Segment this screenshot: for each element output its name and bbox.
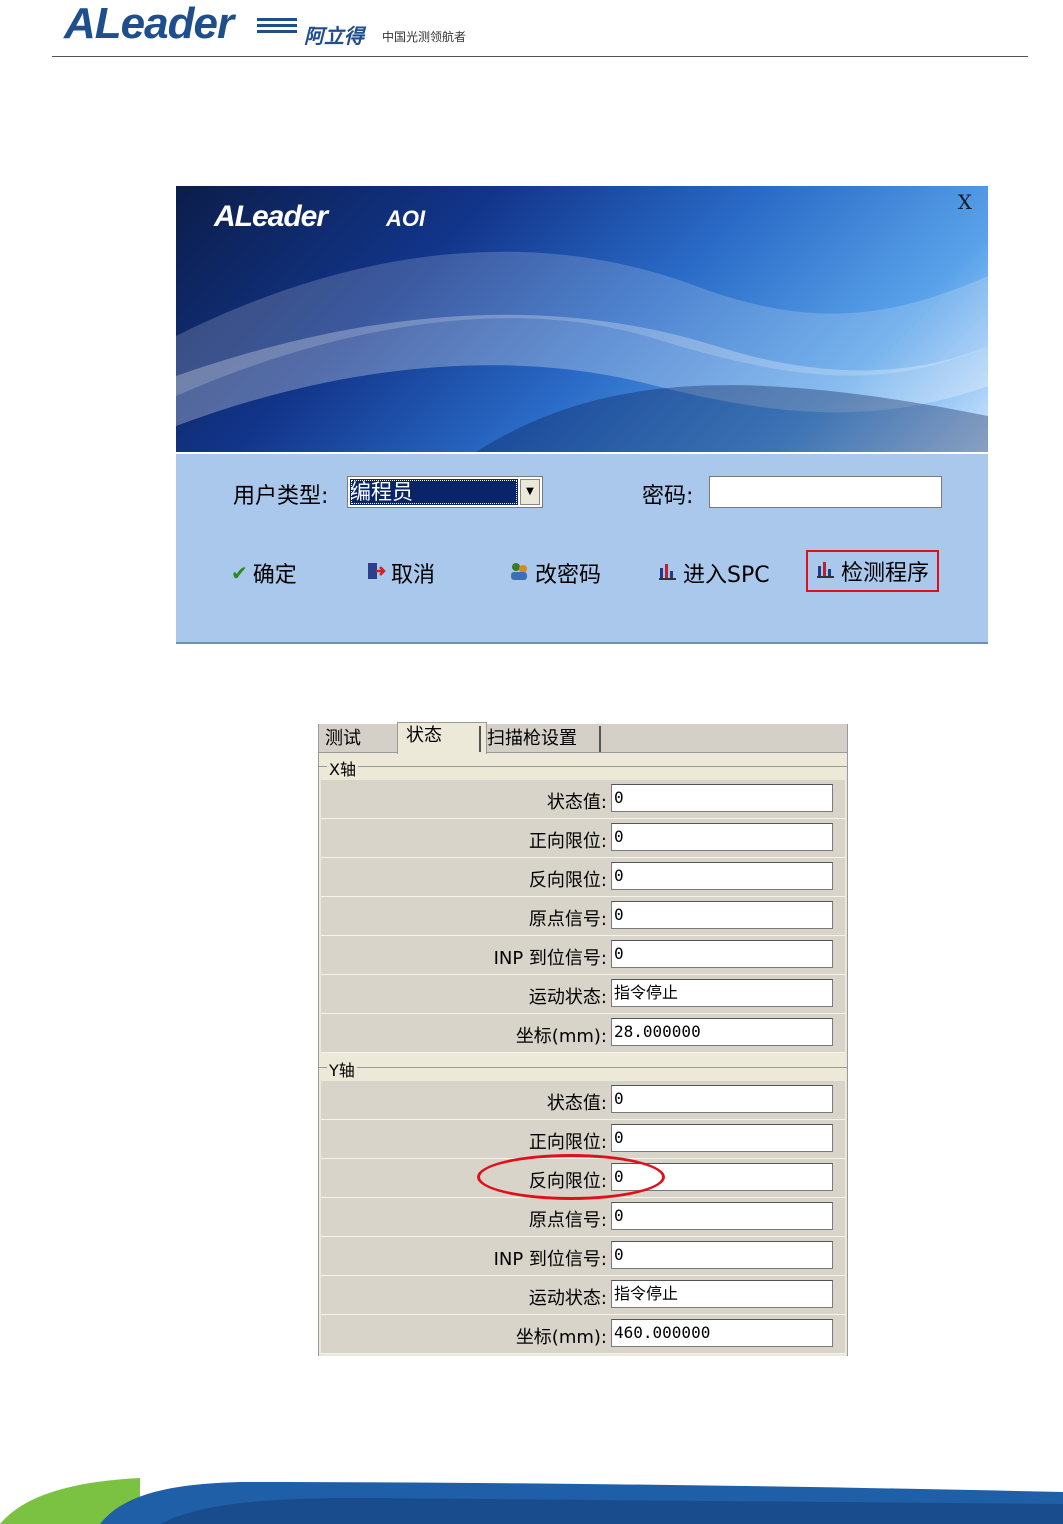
y-axis-group-border <box>319 1067 847 1068</box>
ok-button-label: 确定 <box>252 563 297 588</box>
x-status-value-row: 状态值: 0 <box>321 780 845 819</box>
row-label: 反向限位: <box>528 870 607 891</box>
logo-speed-bars <box>257 18 297 40</box>
document-header: ALeader 阿立得 中国光测领航者 <box>0 0 1063 60</box>
inspect-program-button-label: 检测程序 <box>841 561 930 586</box>
x-inp-signal-row: INP 到位信号: 0 <box>321 936 845 975</box>
banner-product-name: AOI <box>386 206 426 231</box>
dropdown-arrow-icon[interactable]: ▼ <box>520 479 540 505</box>
login-dialog: ALeader AOI X 用户类型: 编程员 ▼ 密码: ✔ 确定 取消 改密… <box>176 186 988 644</box>
enter-spc-button[interactable]: 进入SPC <box>658 554 770 592</box>
change-password-button-label: 改密码 <box>535 563 602 588</box>
company-logo: ALeader <box>64 0 234 48</box>
row-label: 反向限位: <box>528 1171 607 1192</box>
ok-button[interactable]: ✔ 确定 <box>231 554 297 592</box>
exit-door-icon <box>366 561 386 586</box>
bar-chart-icon <box>816 559 836 583</box>
x-negative-limit-field[interactable]: 0 <box>611 862 833 890</box>
x-origin-signal-field[interactable]: 0 <box>611 901 833 929</box>
banner-logo: ALeader <box>214 200 328 233</box>
y-status-value-field[interactable]: 0 <box>611 1085 833 1113</box>
y-coordinate-row: 坐标(mm): 460.000000 <box>321 1315 845 1354</box>
y-origin-signal-field[interactable]: 0 <box>611 1202 833 1230</box>
company-logo-cn: 阿立得 <box>304 24 364 48</box>
enter-spc-button-label: 进入SPC <box>683 563 770 588</box>
row-label: INP 到位信号: <box>493 948 607 969</box>
checkmark-icon: ✔ <box>231 561 248 585</box>
company-slogan: 中国光测领航者 <box>382 30 467 44</box>
row-label: 运动状态: <box>528 1288 607 1309</box>
password-label: 密码: <box>642 484 694 509</box>
y-inp-signal-field[interactable]: 0 <box>611 1241 833 1269</box>
y-negative-limit-row: 反向限位: 0 <box>321 1159 845 1198</box>
y-origin-signal-row: 原点信号: 0 <box>321 1198 845 1237</box>
row-label: 坐标(mm): <box>515 1327 607 1348</box>
row-label: 坐标(mm): <box>515 1026 607 1047</box>
x-coordinate-field[interactable]: 28.000000 <box>611 1018 833 1046</box>
y-inp-signal-row: INP 到位信号: 0 <box>321 1237 845 1276</box>
close-button[interactable]: X <box>958 190 972 214</box>
header-divider <box>52 56 1028 57</box>
change-password-button[interactable]: 改密码 <box>508 554 601 592</box>
user-type-label: 用户类型: <box>233 484 329 509</box>
y-positive-limit-field[interactable]: 0 <box>611 1124 833 1152</box>
users-key-icon <box>508 560 530 587</box>
inspect-program-button[interactable]: 检测程序 <box>806 550 940 592</box>
x-motion-state-row: 运动状态: 指令停止 <box>321 975 845 1014</box>
tab-status[interactable]: 状态 <box>397 722 487 754</box>
axis-status-panel: 测试 状态 扫描枪设置 X轴 状态值: 0 正向限位: 0 反向限位: 0 原点… <box>318 722 848 1356</box>
row-label: 运动状态: <box>528 987 607 1008</box>
row-label: INP 到位信号: <box>493 1249 607 1270</box>
banner-divider <box>176 452 988 454</box>
y-positive-limit-row: 正向限位: 0 <box>321 1120 845 1159</box>
y-motion-state-row: 运动状态: 指令停止 <box>321 1276 845 1315</box>
row-label: 正向限位: <box>528 1132 607 1153</box>
x-axis-group-title: X轴 <box>327 756 358 780</box>
x-origin-signal-row: 原点信号: 0 <box>321 897 845 936</box>
bar-chart-icon <box>658 561 678 585</box>
tab-bar: 测试 状态 扫描枪设置 <box>319 722 847 754</box>
password-input[interactable] <box>709 476 942 508</box>
tab-test[interactable]: 测试 <box>323 726 395 752</box>
row-label: 状态值: <box>546 792 607 813</box>
y-negative-limit-field[interactable]: 0 <box>611 1163 833 1191</box>
x-positive-limit-field[interactable]: 0 <box>611 823 833 851</box>
user-type-selected-value: 编程员 <box>350 479 518 505</box>
tab-scanner-settings[interactable]: 扫描枪设置 <box>479 726 601 752</box>
x-negative-limit-row: 反向限位: 0 <box>321 858 845 897</box>
y-status-value-row: 状态值: 0 <box>321 1081 845 1120</box>
x-inp-signal-field[interactable]: 0 <box>611 940 833 968</box>
x-positive-limit-row: 正向限位: 0 <box>321 819 845 858</box>
row-label: 状态值: <box>546 1093 607 1114</box>
x-coordinate-row: 坐标(mm): 28.000000 <box>321 1014 845 1053</box>
login-banner: ALeader AOI X <box>176 186 988 452</box>
y-coordinate-field[interactable]: 460.000000 <box>611 1319 833 1347</box>
x-axis-group-border <box>319 766 847 767</box>
x-motion-state-field[interactable]: 指令停止 <box>611 979 833 1007</box>
row-label: 原点信号: <box>528 1210 607 1231</box>
y-motion-state-field[interactable]: 指令停止 <box>611 1280 833 1308</box>
x-status-value-field[interactable]: 0 <box>611 784 833 812</box>
footer-swoosh-art <box>0 1478 1063 1524</box>
cancel-button[interactable]: 取消 <box>366 554 435 592</box>
row-label: 原点信号: <box>528 909 607 930</box>
cancel-button-label: 取消 <box>391 563 436 588</box>
row-label: 正向限位: <box>528 831 607 852</box>
user-type-select[interactable]: 编程员 ▼ <box>347 476 543 508</box>
y-axis-group-title: Y轴 <box>327 1057 357 1081</box>
